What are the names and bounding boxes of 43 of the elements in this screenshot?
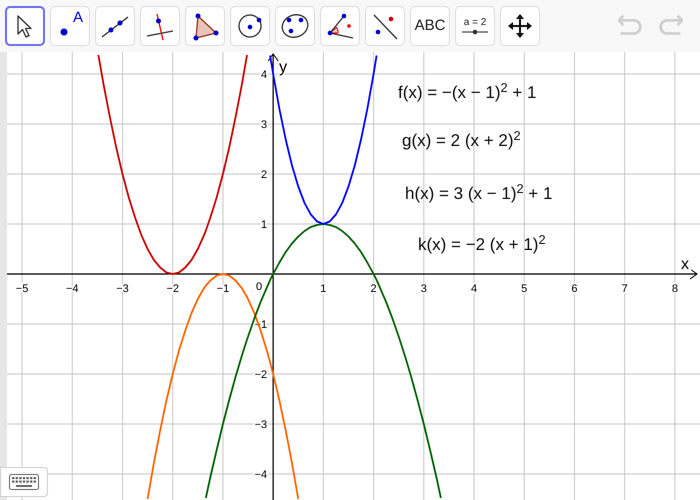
tick-label: 6 [571,283,578,295]
function-formula: g(x) = 2 (x + 2)$^{2}$ [402,128,521,152]
tick-label: 2 [370,283,377,295]
tick-label: −1 [216,283,230,295]
tick-label: 1 [320,283,326,295]
keyboard-icon [9,474,39,490]
tick-label: 2 [261,169,268,181]
function-formula: h(x) = 3 (x − 1)$^{2}$ + 1 [405,181,552,205]
angle-tool-button[interactable] [320,6,360,46]
tick-label: −3 [254,419,268,431]
point-icon [60,28,68,36]
tick-label: 5 [521,283,528,295]
perpendicular-tool-button[interactable] [140,6,180,46]
reflect-tool-button[interactable] [365,6,405,46]
function-formula: k(x) = −2 (x + 1)$^{2}$ [418,232,546,256]
text-tool-button[interactable]: ABC [410,6,450,46]
origin-label: 0 [256,281,262,293]
tick-label: −4 [254,469,268,481]
function-formula: f(x) = −(x − 1)$^{2}$ + 1 [398,80,536,104]
tick-label: 7 [622,283,628,295]
axis-label: y [279,59,288,76]
keyboard-button[interactable] [0,467,48,497]
conic-tool-button[interactable] [275,6,315,46]
tick-label: −2 [166,283,179,295]
tick-label: 3 [420,283,427,295]
tick-label: −5 [16,283,28,295]
tick-label: 3 [261,119,268,131]
circle-tool-button[interactable] [230,6,270,46]
point-tool-button[interactable]: A [50,6,90,46]
move-view-tool-button[interactable] [500,6,540,46]
tick-label: 1 [261,219,268,231]
axis-label: x [681,256,689,273]
tick-label: 8 [672,283,678,295]
tick-label: −2 [254,369,268,381]
slider-tool-button[interactable]: a = 2 [455,6,495,46]
polygon-tool-button[interactable] [185,6,225,46]
tick-label: 4 [470,283,478,295]
tick-label: 4 [261,69,268,81]
line-tool-button[interactable] [95,6,135,46]
move-tool-button[interactable] [5,6,45,46]
slider-icon [462,28,488,34]
tick-label: −4 [66,283,79,295]
tick-label: −3 [116,283,129,295]
